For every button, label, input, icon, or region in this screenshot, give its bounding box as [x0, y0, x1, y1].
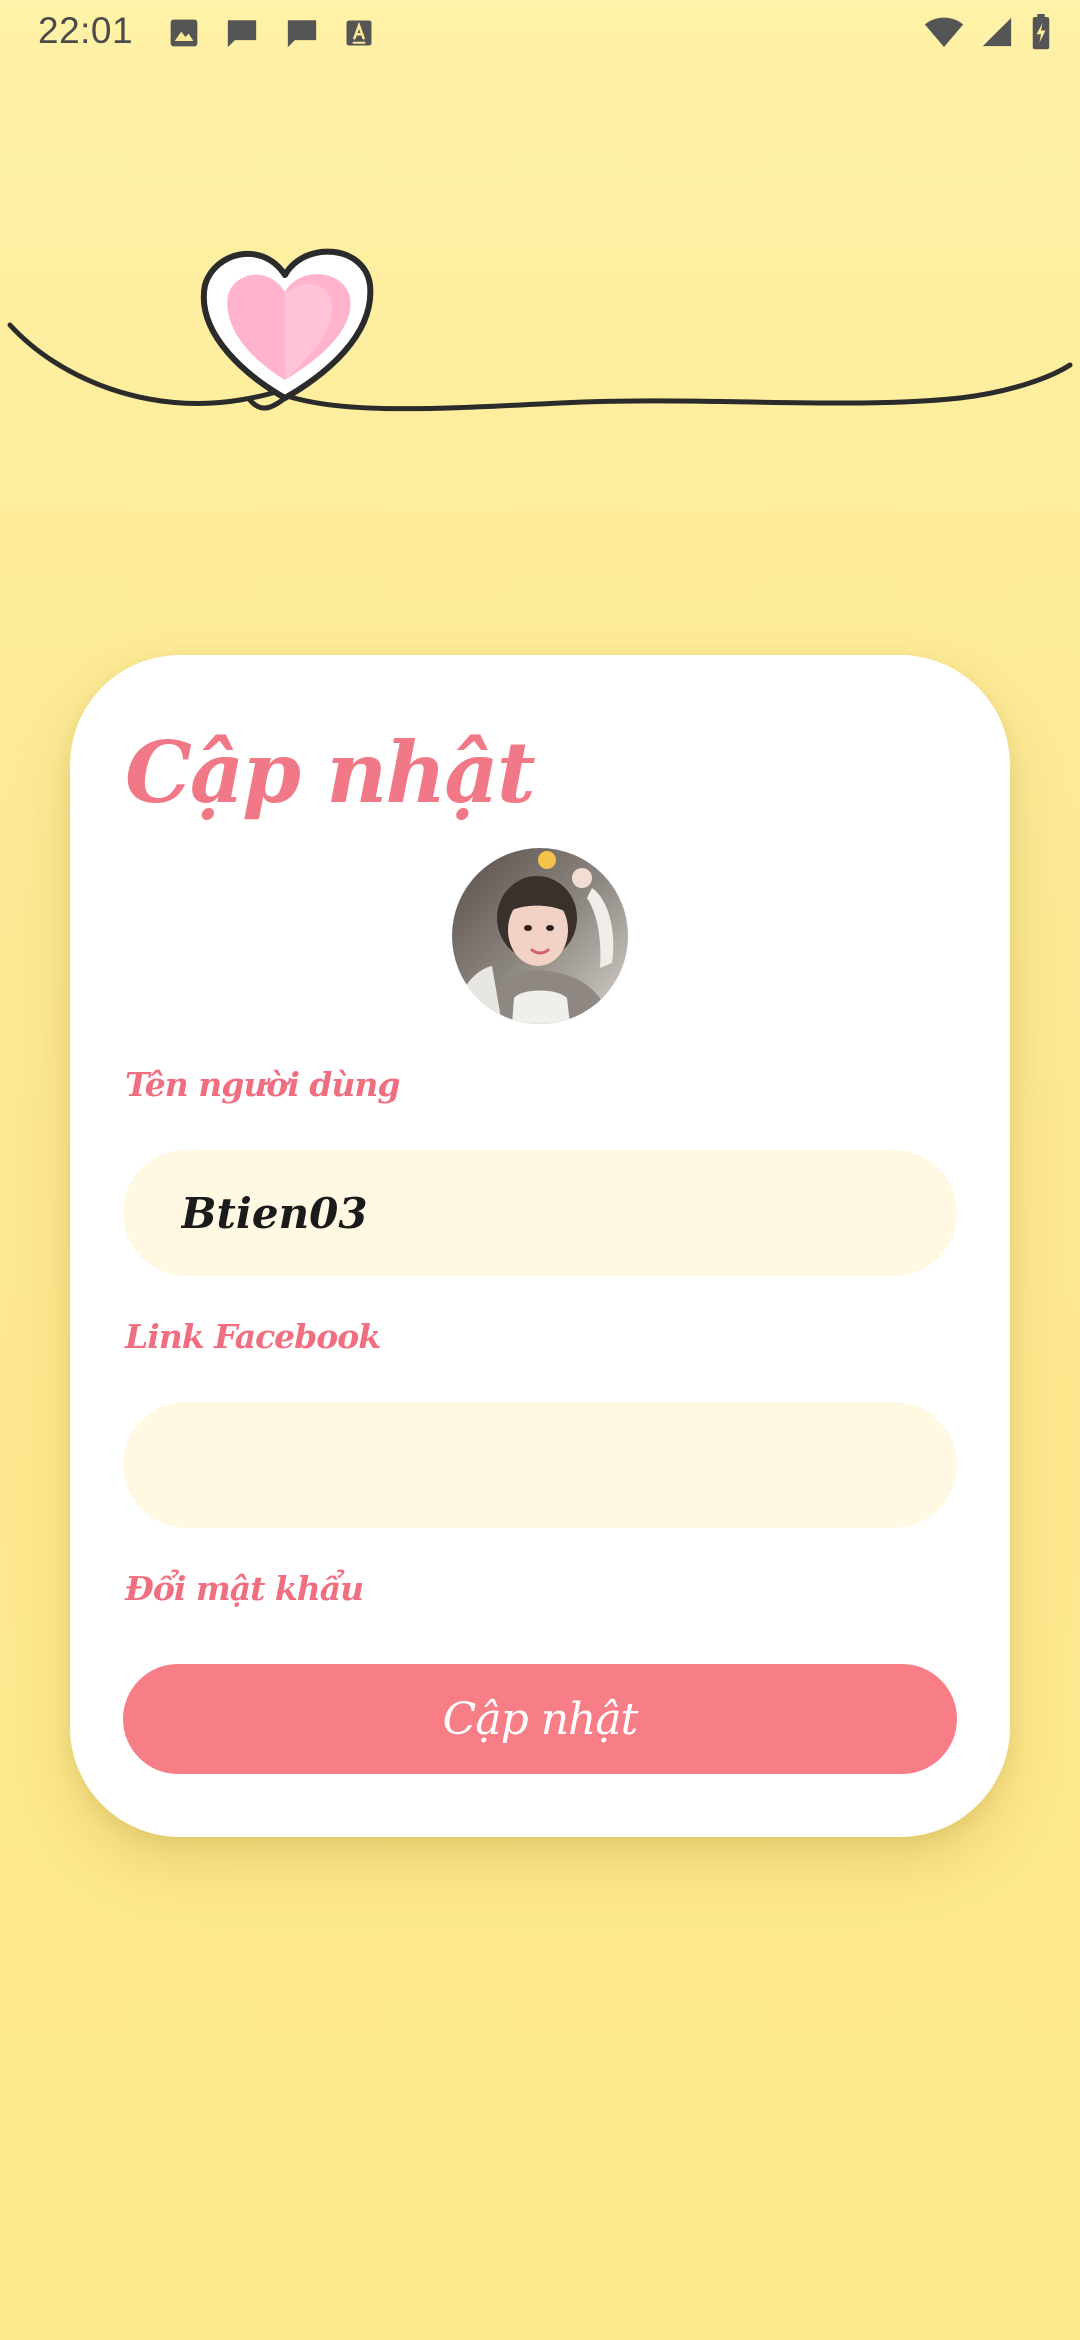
update-button[interactable]: Cập nhật [123, 1664, 957, 1774]
facebook-link-label: Link Facebook [125, 1317, 381, 1356]
message-icon [287, 20, 317, 48]
text-a-icon [346, 20, 372, 46]
username-label: Tên người dùng [125, 1065, 400, 1104]
avatar-photo [452, 848, 628, 1024]
status-bar: 22:01 [0, 0, 1080, 66]
change-password-link[interactable]: Đổi mật khẩu [125, 1569, 364, 1608]
update-profile-card: Cập nhật Tên người dùng Btien03 Link Fac… [70, 655, 1010, 1837]
heart-line-decoration [7, 248, 1073, 412]
wifi-icon [924, 17, 964, 47]
heart-icon [7, 248, 1073, 412]
facebook-link-input[interactable] [123, 1402, 957, 1528]
avatar[interactable] [452, 848, 628, 1024]
signal-icon [982, 17, 1012, 47]
battery-charging-icon [1032, 14, 1050, 50]
page-title: Cập nhật [125, 723, 536, 822]
message-icon [227, 20, 257, 48]
image-icon [170, 19, 198, 47]
notification-icons [168, 16, 374, 50]
username-input[interactable] [123, 1150, 957, 1276]
status-time: 22:01 [38, 10, 134, 51]
system-icons [924, 14, 1052, 50]
